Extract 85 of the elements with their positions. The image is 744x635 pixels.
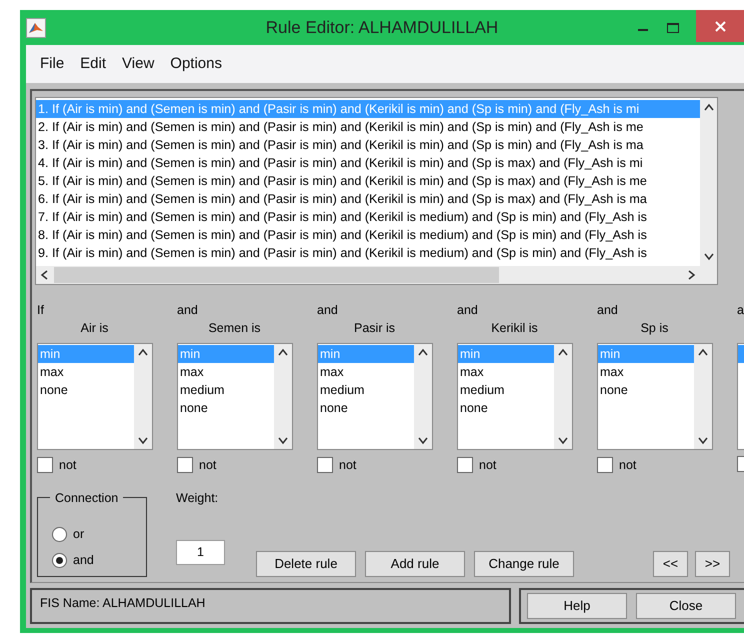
list-option[interactable]: max [38, 363, 134, 381]
scroll-up-icon[interactable] [278, 348, 288, 356]
rule-row[interactable]: 6. If (Air is min) and (Semen is min) and (Pasir is min) and (Kerikil is min) and (Sp is max) and (Fly_Ash is ma [36, 190, 700, 208]
rule-row[interactable]: 3. If (Air is min) and (Semen is min) and (Pasir is min) and (Kerikil is min) and (Sp is min) and (Fly_Ash is ma [36, 136, 700, 154]
scroll-up-icon[interactable] [698, 348, 708, 356]
not-checkbox[interactable] [457, 457, 473, 474]
checkbox-label: not [339, 457, 356, 474]
membership-list[interactable]: min max medium none [457, 343, 573, 450]
menu-item[interactable]: File [32, 52, 72, 76]
membership-list[interactable]: min max medium none [317, 343, 433, 450]
scroll-down-icon[interactable] [138, 437, 148, 445]
variable-label: Semen is [207, 320, 262, 337]
not-checkbox[interactable] [317, 457, 333, 474]
action-button[interactable]: Add rule [365, 550, 465, 577]
variable-label: Sp is [640, 320, 670, 337]
list-option[interactable]: medium [178, 381, 274, 399]
close-button[interactable] [696, 10, 744, 42]
action-button[interactable]: Delete rule [256, 550, 356, 577]
connector-label: and [177, 302, 199, 319]
scroll-down-icon[interactable] [704, 253, 714, 261]
footer-button[interactable]: Close [636, 593, 736, 619]
rule-row[interactable]: 7. If (Air is min) and (Semen is min) and (Pasir is min) and (Kerikil is medium) and (Sp is min) and (Fly_Ash is [36, 208, 700, 226]
scroll-right-icon[interactable] [688, 270, 696, 280]
connector-label: and [317, 302, 339, 319]
rule-row[interactable]: 8. If (Air is min) and (Semen is min) and (Pasir is min) and (Kerikil is medium) and (Sp is min) and (Fly_Ash is [36, 226, 700, 244]
list-option[interactable]: medium [318, 381, 414, 399]
fis-name-text: FIS Name: ALHAMDULILLAH [30, 588, 511, 624]
not-checkbox[interactable] [37, 457, 53, 474]
scroll-up-icon[interactable] [138, 348, 148, 356]
connector-label: and [457, 302, 479, 319]
checkbox-label: not [479, 457, 496, 474]
rule-row[interactable]: 5. If (Air is min) and (Semen is min) and (Pasir is min) and (Kerikil is min) and (Sp is max) and (Fly_Ash is me [36, 172, 700, 190]
radio-button[interactable] [52, 553, 67, 568]
scroll-down-icon[interactable] [558, 437, 568, 445]
weight-label: Weight: [176, 490, 220, 507]
variable-label: Pasir is [353, 320, 396, 337]
checkbox-label: not [59, 457, 76, 474]
menu-item[interactable]: Edit [72, 52, 114, 76]
window-title: Rule Editor: ALHAMDULILLAH [264, 16, 500, 39]
scroll-down-icon[interactable] [278, 437, 288, 445]
membership-list[interactable]: min max none [597, 343, 713, 450]
rule-row[interactable]: 2. If (Air is min) and (Semen is min) and (Pasir is min) and (Kerikil is min) and (Sp is min) and (Fly_Ash is me [36, 118, 700, 136]
connector-label: and [597, 302, 619, 319]
rule-row[interactable]: 9. If (Air is min) and (Semen is min) and (Pasir is min) and (Kerikil is medium) and (Sp is min) and (Fly_Ash is [36, 244, 700, 262]
scroll-up-icon[interactable] [558, 348, 568, 356]
checkbox-label: not [199, 457, 216, 474]
variable-label: Air is [80, 320, 110, 337]
close-icon [714, 20, 726, 32]
nav-button[interactable]: << [653, 550, 688, 577]
scroll-left-icon[interactable] [40, 270, 48, 280]
list-option[interactable]: none [598, 381, 694, 399]
membership-list[interactable]: min max medium none [177, 343, 293, 450]
action-button[interactable]: Change rule [474, 550, 574, 577]
variable-label: Kerikil is [490, 320, 539, 337]
list-option[interactable]: none [318, 399, 414, 417]
menu-item[interactable]: View [114, 52, 162, 76]
connector-label: a [737, 302, 744, 319]
list-option[interactable]: medium [458, 381, 554, 399]
list-option[interactable]: max [178, 363, 274, 381]
radio-label: and [73, 552, 94, 570]
maximize-icon[interactable] [667, 22, 679, 32]
scroll-down-icon[interactable] [698, 437, 708, 445]
list-option[interactable]: none [38, 381, 134, 399]
radio-button[interactable] [52, 527, 67, 542]
scroll-up-icon[interactable] [418, 348, 428, 356]
menu-item[interactable]: Options [162, 52, 230, 76]
weight-field[interactable]: 1 [176, 540, 225, 564]
not-checkbox[interactable] [177, 457, 193, 474]
list-option[interactable]: max [318, 363, 414, 381]
rule-row[interactable]: 4. If (Air is min) and (Semen is min) and (Pasir is min) and (Kerikil is min) and (Sp is max) and (Fly_Ash is mi [36, 154, 700, 172]
radio-label: or [73, 526, 84, 544]
checkbox-label: not [619, 457, 636, 474]
list-option[interactable]: max [458, 363, 554, 381]
rule-list[interactable] [35, 97, 718, 285]
nav-button[interactable]: >> [695, 550, 730, 577]
footer-button[interactable]: Help [527, 593, 627, 619]
app-icon [26, 18, 46, 38]
not-checkbox[interactable] [597, 457, 613, 474]
connector-label: If [37, 302, 45, 319]
scroll-down-icon[interactable] [418, 437, 428, 445]
list-option[interactable]: none [178, 399, 274, 417]
scroll-up-icon[interactable] [704, 103, 714, 111]
list-option[interactable]: max [598, 363, 694, 381]
membership-list[interactable]: min max none [37, 343, 153, 450]
list-option[interactable]: none [458, 399, 554, 417]
